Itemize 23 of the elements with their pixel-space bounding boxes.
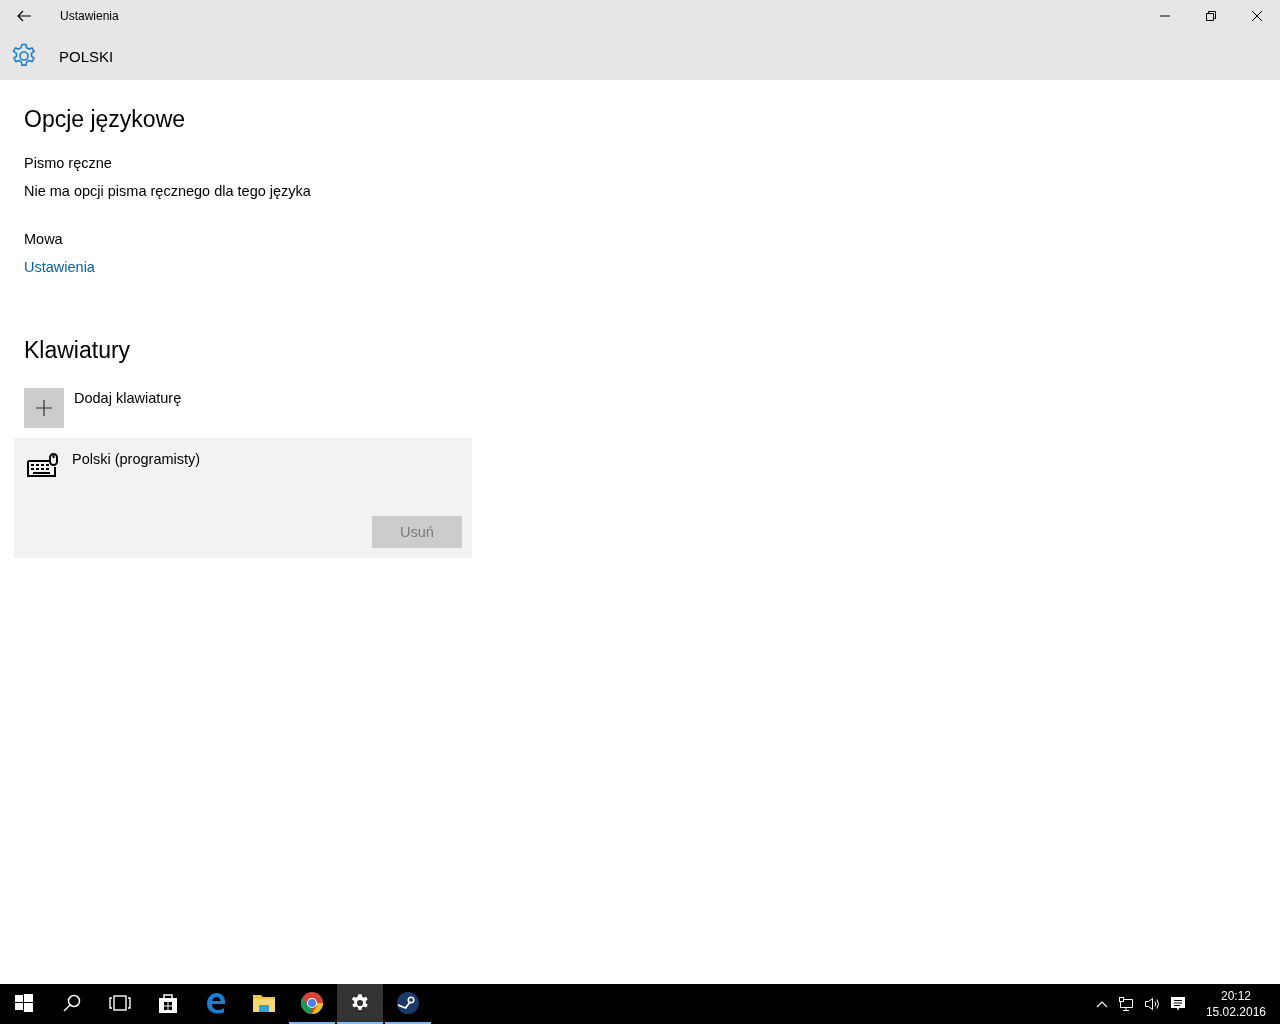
close-icon[interactable] xyxy=(1252,11,1262,21)
clock[interactable]: 20:12 15.02.2016 xyxy=(1205,988,1266,1020)
settings-link[interactable]: Ustawienia xyxy=(24,259,95,275)
add-keyboard-button[interactable] xyxy=(24,388,64,428)
plus-icon xyxy=(36,400,52,416)
keyboard-icon xyxy=(26,452,60,478)
info-text: Nie ma opcji pisma ręcznego dla tego języka xyxy=(24,182,312,201)
restore-icon[interactable] xyxy=(1206,11,1216,21)
keyboard-name: Polski (programisty) xyxy=(72,451,201,467)
chevron-up-icon[interactable] xyxy=(1095,1000,1108,1008)
setting-label: Mowa xyxy=(24,230,64,249)
speaker-icon[interactable] xyxy=(1143,996,1160,1012)
page-header-title: POLSKI xyxy=(59,47,114,65)
section-heading: Klawiatury xyxy=(24,337,131,364)
back-icon[interactable] xyxy=(17,10,31,22)
network-icon[interactable] xyxy=(1117,996,1134,1012)
setting-label: Pismo ręczne xyxy=(24,154,113,173)
settings-icon xyxy=(11,43,37,69)
add-keyboard-label[interactable]: Dodaj klawiaturę xyxy=(74,390,182,406)
window-title: Ustawienia xyxy=(60,9,119,23)
section-heading: Opcje językowe xyxy=(24,106,186,133)
taskbar-settings-icon[interactable] xyxy=(337,984,383,1024)
notification-icon[interactable] xyxy=(1169,996,1186,1012)
